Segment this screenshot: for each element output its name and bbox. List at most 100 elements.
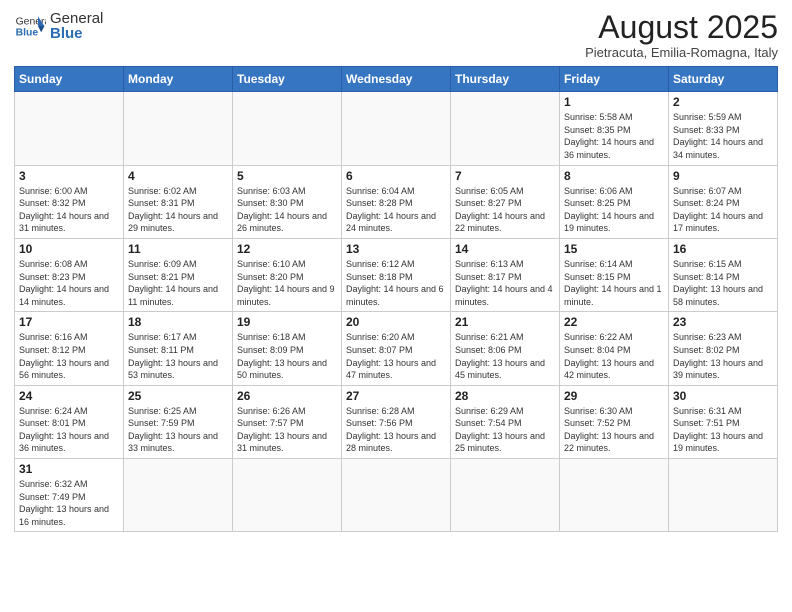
table-row: 14Sunrise: 6:13 AM Sunset: 8:17 PM Dayli… [451, 238, 560, 311]
day-number: 25 [128, 389, 228, 403]
table-row: 17Sunrise: 6:16 AM Sunset: 8:12 PM Dayli… [15, 312, 124, 385]
calendar-week-row: 31 Sunrise: 6:32 AM Sunset: 7:49 PM Dayli… [15, 459, 778, 532]
table-row: 7 Sunrise: 6:05 AM Sunset: 8:27 PM Daylig… [451, 165, 560, 238]
day-number: 5 [237, 169, 337, 183]
table-row: 13 Sunrise: 6:12 AM Sunset: 8:18 PM Dayli… [342, 238, 451, 311]
day-number: 26 [237, 389, 337, 403]
day-info: Sunrise: 6:24 AM Sunset: 8:01 PM Dayligh… [19, 405, 119, 455]
day-info: Sunrise: 6:16 AM Sunset: 8:12 PM Dayligh… [19, 331, 119, 381]
day-number: 7 [455, 169, 555, 183]
table-row: 15 Sunrise: 6:14 AM Sunset: 8:15 PM Dayli… [560, 238, 669, 311]
day-number: 20 [346, 315, 446, 329]
col-wednesday: Wednesday [342, 67, 451, 92]
table-row: 10 Sunrise: 6:08 AM Sunset: 8:23 PM Dayli… [15, 238, 124, 311]
table-row [15, 92, 124, 165]
table-row: 16 Sunrise: 6:15 AM Sunset: 8:14 PM Dayli… [669, 238, 778, 311]
day-number: 2 [673, 95, 773, 109]
table-row [342, 92, 451, 165]
day-number: 6 [346, 169, 446, 183]
table-row: 19Sunrise: 6:18 AM Sunset: 8:09 PM Dayli… [233, 312, 342, 385]
calendar-table: Sunday Monday Tuesday Wednesday Thursday… [14, 66, 778, 532]
day-number: 30 [673, 389, 773, 403]
day-info: Sunrise: 6:00 AM Sunset: 8:32 PM Dayligh… [19, 185, 119, 235]
title-area: August 2025 Pietracuta, Emilia-Romagna, … [585, 10, 778, 60]
day-number: 31 [19, 462, 119, 476]
location-subtitle: Pietracuta, Emilia-Romagna, Italy [585, 45, 778, 60]
day-number: 8 [564, 169, 664, 183]
table-row: 21Sunrise: 6:21 AM Sunset: 8:06 PM Dayli… [451, 312, 560, 385]
table-row: 31 Sunrise: 6:32 AM Sunset: 7:49 PM Dayli… [15, 459, 124, 532]
day-info: Sunrise: 5:58 AM Sunset: 8:35 PM Dayligh… [564, 111, 664, 161]
table-row: 23 Sunrise: 6:23 AM Sunset: 8:02 PM Dayli… [669, 312, 778, 385]
table-row: 5Sunrise: 6:03 AM Sunset: 8:30 PM Daylig… [233, 165, 342, 238]
table-row: 20 Sunrise: 6:20 AM Sunset: 8:07 PM Dayli… [342, 312, 451, 385]
day-number: 18 [128, 315, 228, 329]
day-info: Sunrise: 6:23 AM Sunset: 8:02 PM Dayligh… [673, 331, 773, 381]
day-number: 13 [346, 242, 446, 256]
day-info: Sunrise: 5:59 AM Sunset: 8:33 PM Dayligh… [673, 111, 773, 161]
month-title: August 2025 [585, 10, 778, 45]
day-number: 1 [564, 95, 664, 109]
day-info: Sunrise: 6:07 AM Sunset: 8:24 PM Dayligh… [673, 185, 773, 235]
table-row: 12Sunrise: 6:10 AM Sunset: 8:20 PM Dayli… [233, 238, 342, 311]
day-info: Sunrise: 6:30 AM Sunset: 7:52 PM Dayligh… [564, 405, 664, 455]
table-row: 25 Sunrise: 6:25 AM Sunset: 7:59 PM Dayli… [124, 385, 233, 458]
day-number: 28 [455, 389, 555, 403]
calendar-header-row: Sunday Monday Tuesday Wednesday Thursday… [15, 67, 778, 92]
day-info: Sunrise: 6:20 AM Sunset: 8:07 PM Dayligh… [346, 331, 446, 381]
table-row [233, 459, 342, 532]
col-monday: Monday [124, 67, 233, 92]
day-info: Sunrise: 6:32 AM Sunset: 7:49 PM Dayligh… [19, 478, 119, 528]
day-info: Sunrise: 6:22 AM Sunset: 8:04 PM Dayligh… [564, 331, 664, 381]
table-row [451, 92, 560, 165]
day-number: 27 [346, 389, 446, 403]
day-number: 15 [564, 242, 664, 256]
col-sunday: Sunday [15, 67, 124, 92]
table-row: 8 Sunrise: 6:06 AM Sunset: 8:25 PM Daylig… [560, 165, 669, 238]
table-row: 11Sunrise: 6:09 AM Sunset: 8:21 PM Dayli… [124, 238, 233, 311]
day-info: Sunrise: 6:06 AM Sunset: 8:25 PM Dayligh… [564, 185, 664, 235]
table-row: 3Sunrise: 6:00 AM Sunset: 8:32 PM Daylig… [15, 165, 124, 238]
table-row: 9Sunrise: 6:07 AM Sunset: 8:24 PM Daylig… [669, 165, 778, 238]
col-saturday: Saturday [669, 67, 778, 92]
table-row [451, 459, 560, 532]
day-info: Sunrise: 6:31 AM Sunset: 7:51 PM Dayligh… [673, 405, 773, 455]
logo: General Blue General Blue [14, 10, 103, 42]
day-info: Sunrise: 6:26 AM Sunset: 7:57 PM Dayligh… [237, 405, 337, 455]
table-row [124, 92, 233, 165]
day-info: Sunrise: 6:15 AM Sunset: 8:14 PM Dayligh… [673, 258, 773, 308]
calendar-week-row: 24 Sunrise: 6:24 AM Sunset: 8:01 PM Dayli… [15, 385, 778, 458]
day-info: Sunrise: 6:13 AM Sunset: 8:17 PM Dayligh… [455, 258, 555, 308]
table-row [342, 459, 451, 532]
table-row: 28Sunrise: 6:29 AM Sunset: 7:54 PM Dayli… [451, 385, 560, 458]
svg-text:Blue: Blue [16, 28, 39, 39]
day-info: Sunrise: 6:14 AM Sunset: 8:15 PM Dayligh… [564, 258, 664, 308]
day-info: Sunrise: 6:04 AM Sunset: 8:28 PM Dayligh… [346, 185, 446, 235]
calendar-week-row: 17Sunrise: 6:16 AM Sunset: 8:12 PM Dayli… [15, 312, 778, 385]
table-row [124, 459, 233, 532]
col-friday: Friday [560, 67, 669, 92]
table-row: 22Sunrise: 6:22 AM Sunset: 8:04 PM Dayli… [560, 312, 669, 385]
table-row [560, 459, 669, 532]
day-number: 11 [128, 242, 228, 256]
day-info: Sunrise: 6:12 AM Sunset: 8:18 PM Dayligh… [346, 258, 446, 308]
table-row [233, 92, 342, 165]
calendar-week-row: 3Sunrise: 6:00 AM Sunset: 8:32 PM Daylig… [15, 165, 778, 238]
day-info: Sunrise: 6:05 AM Sunset: 8:27 PM Dayligh… [455, 185, 555, 235]
table-row: 30 Sunrise: 6:31 AM Sunset: 7:51 PM Dayli… [669, 385, 778, 458]
table-row: 18 Sunrise: 6:17 AM Sunset: 8:11 PM Dayli… [124, 312, 233, 385]
day-number: 16 [673, 242, 773, 256]
day-info: Sunrise: 6:17 AM Sunset: 8:11 PM Dayligh… [128, 331, 228, 381]
day-info: Sunrise: 6:21 AM Sunset: 8:06 PM Dayligh… [455, 331, 555, 381]
day-info: Sunrise: 6:08 AM Sunset: 8:23 PM Dayligh… [19, 258, 119, 308]
day-info: Sunrise: 6:02 AM Sunset: 8:31 PM Dayligh… [128, 185, 228, 235]
calendar-week-row: 1 Sunrise: 5:58 AM Sunset: 8:35 PM Daylig… [15, 92, 778, 165]
table-row [669, 459, 778, 532]
day-number: 12 [237, 242, 337, 256]
day-number: 10 [19, 242, 119, 256]
calendar-page: General Blue General Blue August 2025 Pi… [0, 0, 792, 612]
day-number: 23 [673, 315, 773, 329]
day-info: Sunrise: 6:25 AM Sunset: 7:59 PM Dayligh… [128, 405, 228, 455]
day-number: 24 [19, 389, 119, 403]
day-number: 4 [128, 169, 228, 183]
